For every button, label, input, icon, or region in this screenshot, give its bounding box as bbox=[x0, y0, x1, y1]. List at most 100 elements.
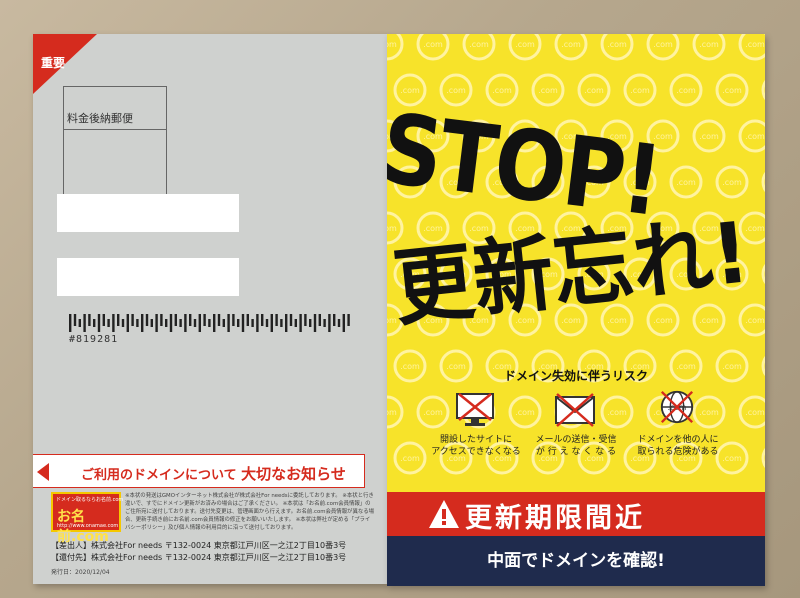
risk-caption-domain: ドメインを他の人に 取られる危険がある bbox=[637, 435, 719, 457]
barcode-bar bbox=[203, 314, 206, 326]
barcode-bar bbox=[107, 319, 110, 327]
globe-x-icon: .com bbox=[660, 390, 694, 424]
pattern-ring bbox=[761, 263, 765, 285]
pattern-label: .com bbox=[446, 86, 466, 95]
notice-arrow-icon bbox=[37, 463, 49, 481]
pattern-label: .com bbox=[387, 316, 397, 325]
deadline-red-band: 更新期限間近 bbox=[387, 492, 765, 536]
risk-title: ドメイン失効に伴うリスク bbox=[503, 369, 648, 383]
barcode-bar bbox=[198, 314, 201, 332]
barcode-bar bbox=[102, 314, 105, 326]
pattern-label: .com bbox=[423, 40, 443, 49]
barcode-bar bbox=[246, 314, 249, 326]
risk-caption-site: 開設したサイトに アクセスできなくなる bbox=[431, 435, 521, 457]
notice-banner: ご利用のドメインについて 大切なお知らせ bbox=[33, 454, 365, 488]
barcode-bar bbox=[275, 314, 278, 326]
flyer-front: .com .com .com .com .com .com .com .com .com .com… bbox=[387, 34, 765, 586]
barcode-bar bbox=[121, 319, 125, 327]
barcode-bar bbox=[126, 314, 129, 332]
pattern-label: .com bbox=[515, 408, 535, 417]
barcode-bar bbox=[232, 314, 235, 326]
barcode-bar bbox=[299, 314, 302, 332]
fine-print: ※本状の発送はGMOインターネット株式会社が株式会社For needsに委託して… bbox=[125, 493, 375, 531]
barcode-bar bbox=[337, 319, 341, 327]
pattern-label: .com bbox=[387, 40, 397, 49]
pattern-ring bbox=[761, 79, 765, 101]
barcode-bar bbox=[83, 314, 86, 332]
envelope-back: 重要 料金後納郵便 #819281 ご利用のドメインについて 大切なお知らせ ド… bbox=[33, 34, 387, 584]
barcode-bar bbox=[251, 319, 254, 327]
issued-date: 発行日：2020/12/04 bbox=[51, 569, 110, 576]
barcode-bar bbox=[208, 319, 211, 327]
redacted-address-bar bbox=[57, 258, 239, 296]
pattern-label: .com bbox=[584, 86, 604, 95]
pattern-label: .com bbox=[607, 40, 627, 49]
barcode-bar bbox=[294, 319, 297, 327]
barcode-bar bbox=[256, 314, 259, 332]
pattern-ring bbox=[761, 171, 765, 193]
barcode-bar bbox=[313, 314, 317, 332]
barcode-bar bbox=[136, 319, 139, 327]
pattern-label: .com bbox=[745, 224, 765, 233]
pattern-ring bbox=[761, 447, 765, 469]
pattern-label: .com bbox=[653, 316, 673, 325]
barcode-bar bbox=[217, 314, 221, 326]
pattern-label: .com bbox=[469, 40, 489, 49]
barcode-bar bbox=[150, 319, 153, 327]
pattern-label: .com bbox=[745, 408, 765, 417]
postage-label: 料金後納郵便 bbox=[67, 112, 133, 125]
barcode-bar bbox=[169, 314, 173, 332]
barcode-bar bbox=[289, 314, 293, 326]
barcode-bar bbox=[165, 319, 168, 327]
pattern-label: .com bbox=[423, 408, 443, 417]
barcode-bar bbox=[328, 314, 331, 332]
barcode-bar bbox=[237, 319, 240, 327]
mail-x-icon bbox=[555, 393, 595, 427]
pattern-label: .com bbox=[676, 86, 696, 95]
deadline-text: 更新期限間近 bbox=[465, 503, 645, 534]
monitor-x-icon bbox=[456, 393, 494, 426]
barcode-bar bbox=[112, 314, 115, 332]
pattern-label: .com bbox=[492, 86, 512, 95]
barcode-bar bbox=[193, 319, 197, 327]
barcode-bar bbox=[261, 314, 264, 326]
barcode-bar bbox=[285, 314, 288, 332]
pattern-label: .com bbox=[387, 408, 397, 417]
important-label: 重要 bbox=[41, 56, 66, 70]
sender-line: 【差出人】株式会社For needs 〒132-0024 東京都江戸川区一之江2… bbox=[51, 541, 347, 550]
postal-barcode bbox=[69, 314, 350, 332]
pattern-label: .com bbox=[676, 178, 696, 187]
barcode-bar bbox=[323, 319, 326, 327]
pattern-label: .com bbox=[561, 40, 581, 49]
pattern-label: .com bbox=[745, 40, 765, 49]
pattern-label: .com bbox=[653, 40, 673, 49]
barcode-bar bbox=[88, 314, 91, 326]
return-line: 【還付先】株式会社For needs 〒132-0024 東京都江戸川区一之江2… bbox=[51, 553, 347, 562]
barcode-bar bbox=[347, 314, 350, 326]
barcode-bar bbox=[69, 314, 72, 332]
barcode-bar bbox=[160, 314, 163, 326]
barcode-bar bbox=[179, 319, 182, 327]
barcode-bar bbox=[342, 314, 345, 332]
warning-icon bbox=[429, 500, 459, 528]
barcode-number: #819281 bbox=[69, 334, 119, 345]
pattern-label: .com bbox=[745, 316, 765, 325]
barcode-bar bbox=[184, 314, 187, 332]
check-domain-text: 中面でドメインを確認! bbox=[487, 551, 665, 571]
barcode-bar bbox=[117, 314, 120, 326]
barcode-bar bbox=[270, 314, 273, 332]
barcode-bar bbox=[241, 314, 245, 332]
pattern-label: .com bbox=[699, 316, 719, 325]
barcode-bar bbox=[131, 314, 134, 326]
barcode-bar bbox=[189, 314, 192, 326]
barcode-bar bbox=[78, 319, 81, 327]
onamae-logo: ドメイン取るならお名前.com お名前.com http://www.onama… bbox=[51, 492, 123, 545]
pattern-label: .com bbox=[699, 40, 719, 49]
pattern-label: .com bbox=[400, 454, 420, 463]
barcode-bar bbox=[93, 319, 96, 327]
barcode-bar bbox=[333, 314, 336, 326]
barcode-bar bbox=[280, 319, 283, 327]
pattern-label: .com bbox=[538, 86, 558, 95]
pattern-label: .com bbox=[722, 86, 742, 95]
barcode-bar bbox=[145, 314, 149, 326]
